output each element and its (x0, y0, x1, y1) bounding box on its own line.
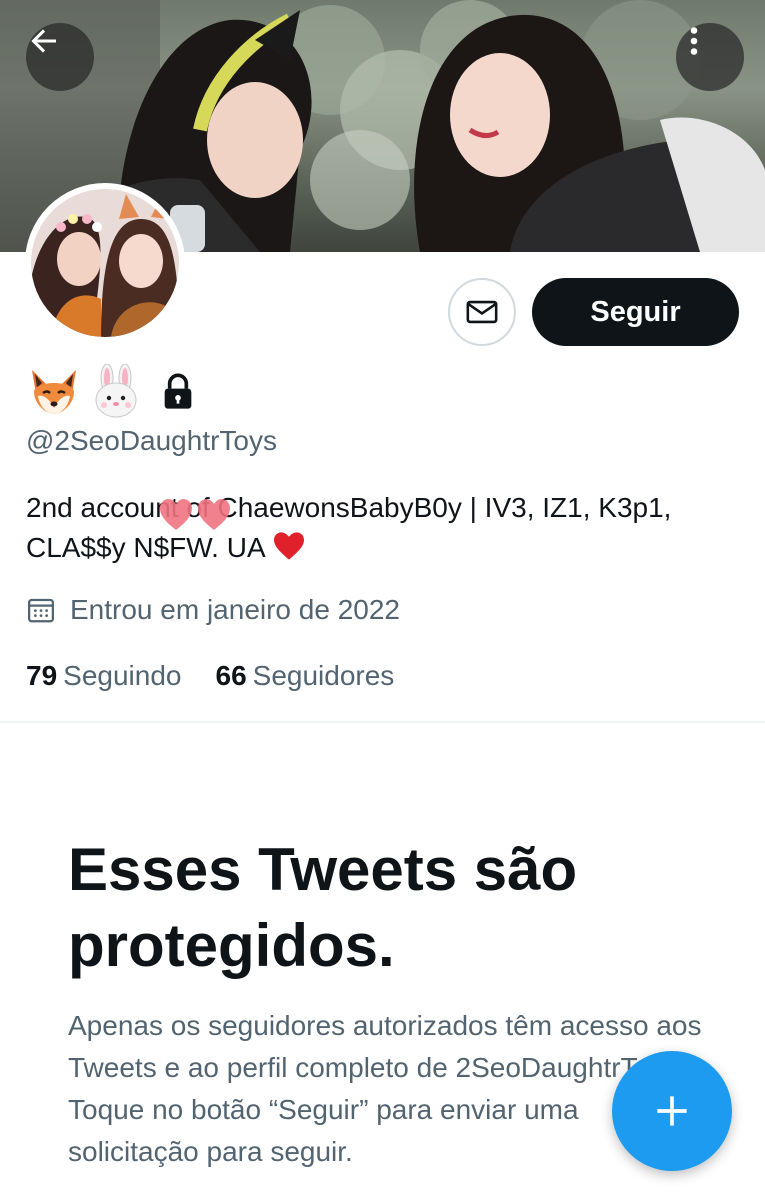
followers-link[interactable]: 66 Seguidores (216, 660, 395, 692)
following-link[interactable]: 79 Seguindo (26, 660, 182, 692)
bio-text: 2nd account of ChaewonsBabyB0y | IV3, IZ… (26, 492, 672, 563)
user-handle: @2SeoDaughtrToys (26, 425, 278, 456)
plus-icon (657, 1096, 687, 1126)
join-date-text: Entrou em janeiro de 2022 (70, 594, 400, 625)
following-count: 79 (26, 660, 58, 691)
profile-avatar[interactable] (25, 183, 185, 343)
red-heart-icon (273, 532, 304, 560)
rabbit-face-icon (95, 364, 137, 418)
back-button[interactable] (26, 23, 94, 91)
follow-stats: 79 Seguindo 66 Seguidores (26, 660, 394, 692)
join-date: Entrou em janeiro de 2022 (26, 594, 400, 626)
compose-tweet-button[interactable] (612, 1051, 732, 1171)
section-divider (0, 721, 765, 723)
lock-icon (164, 373, 192, 409)
more-vertical-icon (690, 27, 698, 55)
fox-face-icon (32, 370, 76, 414)
avatar-photo (31, 189, 179, 337)
following-label: Seguindo (63, 660, 182, 691)
protected-description: Apenas os seguidores autorizados têm ace… (68, 1010, 702, 1167)
followers-count: 66 (215, 660, 247, 691)
profile-bio: 2nd account of ChaewonsBabyB0y | IV3, IZ… (26, 488, 726, 568)
protected-title: Esses Tweets são protegidos. (68, 836, 578, 979)
follow-button[interactable]: Seguir (532, 278, 739, 346)
envelope-icon (466, 300, 498, 324)
followers-label: Seguidores (252, 660, 395, 691)
more-options-button[interactable] (676, 23, 744, 91)
redaction-hearts (160, 499, 230, 530)
arrow-left-icon (31, 29, 56, 53)
message-button[interactable] (448, 278, 516, 346)
calendar-icon (28, 598, 54, 623)
display-name (26, 364, 198, 420)
